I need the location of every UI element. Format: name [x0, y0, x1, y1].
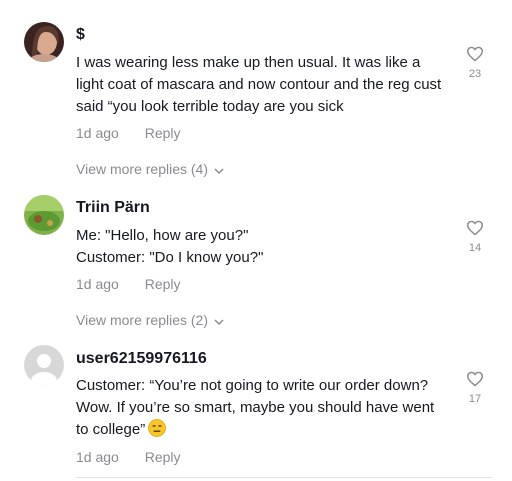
comment-text-body: Customer: “You’re not going to write our…	[76, 377, 435, 438]
comment-username[interactable]: Triin Pärn	[76, 199, 150, 217]
comment-text: I was wearing less make up then usual. I…	[76, 54, 442, 115]
reply-button[interactable]: Reply	[145, 449, 181, 465]
comment-text-line: Customer: "Do I know you?"	[76, 249, 264, 266]
view-more-replies-label: View more replies (2)	[76, 312, 209, 328]
avatar-photo	[24, 22, 64, 62]
user-avatar[interactable]	[24, 345, 64, 385]
heart-icon	[466, 46, 483, 62]
comment-text-line: Me: "Hello, how are you?"	[76, 227, 249, 244]
view-more-replies-label: View more replies (4)	[76, 161, 209, 177]
divider	[76, 477, 492, 478]
reply-button[interactable]: Reply	[145, 276, 181, 292]
comment-meta: 1d ago Reply	[76, 125, 181, 141]
comment-username[interactable]: $	[76, 26, 85, 44]
chevron-down-icon	[214, 313, 224, 329]
default-avatar-icon	[24, 345, 64, 385]
like-count: 23	[468, 68, 482, 80]
like-count: 17	[468, 393, 482, 405]
comment-text: Me: "Hello, how are you?" Customer: "Do …	[76, 225, 448, 269]
comment-meta: 1d ago Reply	[76, 276, 181, 292]
view-more-replies-button[interactable]: View more replies (2)	[76, 312, 224, 329]
comment-time: 1d ago	[76, 125, 119, 141]
like-count: 14	[468, 242, 482, 254]
reply-button[interactable]: Reply	[145, 125, 181, 141]
user-avatar[interactable]	[24, 22, 64, 62]
expressionless-face-icon	[148, 419, 167, 437]
comment-username[interactable]: user62159976116	[76, 350, 207, 368]
heart-icon	[466, 371, 483, 387]
comment-text: Customer: “You’re not going to write our…	[76, 375, 448, 441]
like-button[interactable]: 14	[460, 220, 490, 254]
heart-icon	[466, 220, 483, 236]
like-button[interactable]: 23	[460, 46, 490, 80]
view-more-replies-button[interactable]: View more replies (4)	[76, 161, 224, 178]
like-button[interactable]: 17	[460, 371, 490, 405]
avatar-photo	[24, 195, 64, 235]
comment-time: 1d ago	[76, 276, 119, 292]
user-avatar[interactable]	[24, 195, 64, 235]
chevron-down-icon	[214, 162, 224, 178]
comment-meta: 1d ago Reply	[76, 449, 181, 465]
comment-time: 1d ago	[76, 449, 119, 465]
